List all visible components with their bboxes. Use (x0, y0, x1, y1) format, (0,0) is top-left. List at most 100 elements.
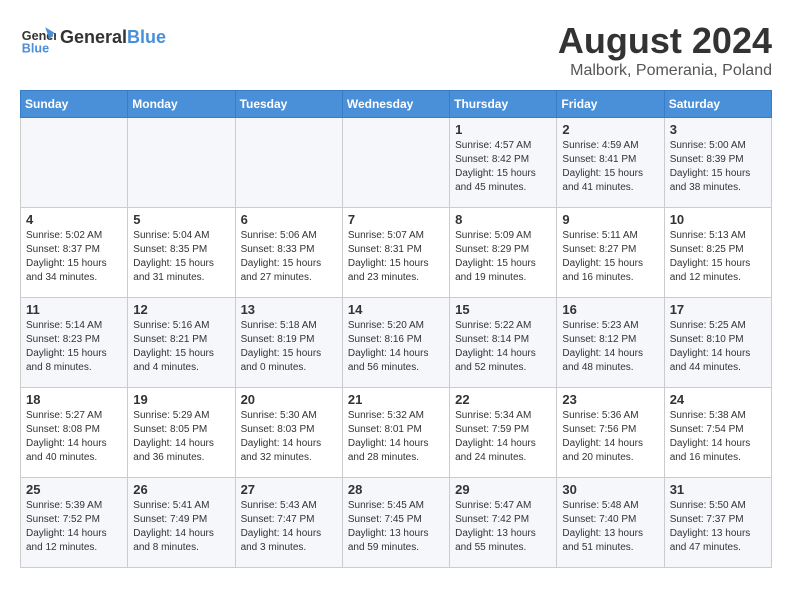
day-info: Sunrise: 5:43 AM Sunset: 7:47 PM Dayligh… (241, 499, 337, 555)
day-info: Sunrise: 5:25 AM Sunset: 8:10 PM Dayligh… (670, 319, 766, 375)
table-row (235, 118, 342, 208)
table-row: 18 Sunrise: 5:27 AM Sunset: 8:08 PM Dayli… (21, 388, 128, 478)
header-friday: Friday (557, 91, 664, 118)
logo-icon: General Blue (20, 20, 56, 56)
table-row: 13 Sunrise: 5:18 AM Sunset: 8:19 PM Dayli… (235, 298, 342, 388)
day-info: Sunrise: 5:11 AM Sunset: 8:27 PM Dayligh… (562, 229, 658, 285)
logo-blue: Blue (127, 27, 166, 47)
day-number: 18 (26, 392, 122, 407)
table-row (128, 118, 235, 208)
day-info: Sunrise: 5:18 AM Sunset: 8:19 PM Dayligh… (241, 319, 337, 375)
day-info: Sunrise: 5:41 AM Sunset: 7:49 PM Dayligh… (133, 499, 229, 555)
table-row: 9 Sunrise: 5:11 AM Sunset: 8:27 PM Daylig… (557, 208, 664, 298)
table-row: 31Sunrise: 5:50 AM Sunset: 7:37 PM Dayli… (664, 478, 771, 568)
day-info: Sunrise: 5:39 AM Sunset: 7:52 PM Dayligh… (26, 499, 122, 555)
calendar-header: Sunday Monday Tuesday Wednesday Thursday… (21, 91, 772, 118)
day-info: Sunrise: 5:27 AM Sunset: 8:08 PM Dayligh… (26, 409, 122, 465)
table-row: 3Sunrise: 5:00 AM Sunset: 8:39 PM Daylig… (664, 118, 771, 208)
day-info: Sunrise: 5:38 AM Sunset: 7:54 PM Dayligh… (670, 409, 766, 465)
day-info: Sunrise: 5:23 AM Sunset: 8:12 PM Dayligh… (562, 319, 658, 375)
table-row: 22 Sunrise: 5:34 AM Sunset: 7:59 PM Dayli… (450, 388, 557, 478)
table-row: 25 Sunrise: 5:39 AM Sunset: 7:52 PM Dayli… (21, 478, 128, 568)
day-info: Sunrise: 5:30 AM Sunset: 8:03 PM Dayligh… (241, 409, 337, 465)
day-info: Sunrise: 5:32 AM Sunset: 8:01 PM Dayligh… (348, 409, 444, 465)
day-number: 4 (26, 212, 122, 227)
day-number: 7 (348, 212, 444, 227)
day-number: 21 (348, 392, 444, 407)
day-number: 19 (133, 392, 229, 407)
table-row: 23Sunrise: 5:36 AM Sunset: 7:56 PM Dayli… (557, 388, 664, 478)
table-row: 24 Sunrise: 5:38 AM Sunset: 7:54 PM Dayli… (664, 388, 771, 478)
day-number: 17 (670, 302, 766, 317)
day-info: Sunrise: 5:45 AM Sunset: 7:45 PM Dayligh… (348, 499, 444, 555)
logo-general: General (60, 27, 127, 47)
page-header: General Blue GeneralBlue August 2024 Mal… (20, 20, 772, 80)
table-row: 21 Sunrise: 5:32 AM Sunset: 8:01 PM Dayli… (342, 388, 449, 478)
table-row: 1 Sunrise: 4:57 AM Sunset: 8:42 PM Daylig… (450, 118, 557, 208)
table-row: 14 Sunrise: 5:20 AM Sunset: 8:16 PM Dayli… (342, 298, 449, 388)
month-year-title: August 2024 (558, 20, 772, 62)
table-row: 26 Sunrise: 5:41 AM Sunset: 7:49 PM Dayli… (128, 478, 235, 568)
table-row: 7 Sunrise: 5:07 AM Sunset: 8:31 PM Daylig… (342, 208, 449, 298)
logo: General Blue GeneralBlue (20, 20, 166, 56)
table-row: 17 Sunrise: 5:25 AM Sunset: 8:10 PM Dayli… (664, 298, 771, 388)
day-number: 16 (562, 302, 658, 317)
day-number: 9 (562, 212, 658, 227)
day-number: 13 (241, 302, 337, 317)
header-monday: Monday (128, 91, 235, 118)
day-info: Sunrise: 5:34 AM Sunset: 7:59 PM Dayligh… (455, 409, 551, 465)
table-row (342, 118, 449, 208)
day-number: 20 (241, 392, 337, 407)
table-row (21, 118, 128, 208)
day-number: 22 (455, 392, 551, 407)
day-number: 14 (348, 302, 444, 317)
day-info: Sunrise: 5:13 AM Sunset: 8:25 PM Dayligh… (670, 229, 766, 285)
day-number: 24 (670, 392, 766, 407)
table-row: 8 Sunrise: 5:09 AM Sunset: 8:29 PM Daylig… (450, 208, 557, 298)
table-row: 6Sunrise: 5:06 AM Sunset: 8:33 PM Daylig… (235, 208, 342, 298)
svg-text:Blue: Blue (22, 41, 49, 55)
table-row: 30 Sunrise: 5:48 AM Sunset: 7:40 PM Dayli… (557, 478, 664, 568)
day-number: 27 (241, 482, 337, 497)
day-info: Sunrise: 5:47 AM Sunset: 7:42 PM Dayligh… (455, 499, 551, 555)
table-row: 5Sunrise: 5:04 AM Sunset: 8:35 PM Daylig… (128, 208, 235, 298)
table-row: 10 Sunrise: 5:13 AM Sunset: 8:25 PM Dayli… (664, 208, 771, 298)
calendar-table: Sunday Monday Tuesday Wednesday Thursday… (20, 90, 772, 568)
table-row: 11Sunrise: 5:14 AM Sunset: 8:23 PM Dayli… (21, 298, 128, 388)
table-row: 4 Sunrise: 5:02 AM Sunset: 8:37 PM Daylig… (21, 208, 128, 298)
table-row: 29Sunrise: 5:47 AM Sunset: 7:42 PM Dayli… (450, 478, 557, 568)
day-number: 25 (26, 482, 122, 497)
table-row: 20 Sunrise: 5:30 AM Sunset: 8:03 PM Dayli… (235, 388, 342, 478)
day-info: Sunrise: 4:59 AM Sunset: 8:41 PM Dayligh… (562, 139, 658, 195)
day-number: 23 (562, 392, 658, 407)
location-subtitle: Malbork, Pomerania, Poland (558, 62, 772, 80)
table-row: 16 Sunrise: 5:23 AM Sunset: 8:12 PM Dayli… (557, 298, 664, 388)
day-info: Sunrise: 5:29 AM Sunset: 8:05 PM Dayligh… (133, 409, 229, 465)
day-info: Sunrise: 5:09 AM Sunset: 8:29 PM Dayligh… (455, 229, 551, 285)
day-info: Sunrise: 5:07 AM Sunset: 8:31 PM Dayligh… (348, 229, 444, 285)
day-info: Sunrise: 5:20 AM Sunset: 8:16 PM Dayligh… (348, 319, 444, 375)
day-number: 5 (133, 212, 229, 227)
table-row: 27 Sunrise: 5:43 AM Sunset: 7:47 PM Dayli… (235, 478, 342, 568)
day-info: Sunrise: 5:06 AM Sunset: 8:33 PM Dayligh… (241, 229, 337, 285)
day-info: Sunrise: 5:02 AM Sunset: 8:37 PM Dayligh… (26, 229, 122, 285)
day-info: Sunrise: 5:50 AM Sunset: 7:37 PM Dayligh… (670, 499, 766, 555)
table-row: 12Sunrise: 5:16 AM Sunset: 8:21 PM Dayli… (128, 298, 235, 388)
day-number: 12 (133, 302, 229, 317)
day-number: 28 (348, 482, 444, 497)
table-row: 19 Sunrise: 5:29 AM Sunset: 8:05 PM Dayli… (128, 388, 235, 478)
day-number: 10 (670, 212, 766, 227)
day-number: 8 (455, 212, 551, 227)
day-number: 1 (455, 122, 551, 137)
day-info: Sunrise: 5:14 AM Sunset: 8:23 PM Dayligh… (26, 319, 122, 375)
day-info: Sunrise: 5:48 AM Sunset: 7:40 PM Dayligh… (562, 499, 658, 555)
table-row: 2 Sunrise: 4:59 AM Sunset: 8:41 PM Daylig… (557, 118, 664, 208)
day-info: Sunrise: 5:22 AM Sunset: 8:14 PM Dayligh… (455, 319, 551, 375)
table-row: 15Sunrise: 5:22 AM Sunset: 8:14 PM Dayli… (450, 298, 557, 388)
day-number: 2 (562, 122, 658, 137)
calendar-body: 1 Sunrise: 4:57 AM Sunset: 8:42 PM Daylig… (21, 118, 772, 568)
day-info: Sunrise: 4:57 AM Sunset: 8:42 PM Dayligh… (455, 139, 551, 195)
header-thursday: Thursday (450, 91, 557, 118)
day-number: 26 (133, 482, 229, 497)
day-number: 30 (562, 482, 658, 497)
